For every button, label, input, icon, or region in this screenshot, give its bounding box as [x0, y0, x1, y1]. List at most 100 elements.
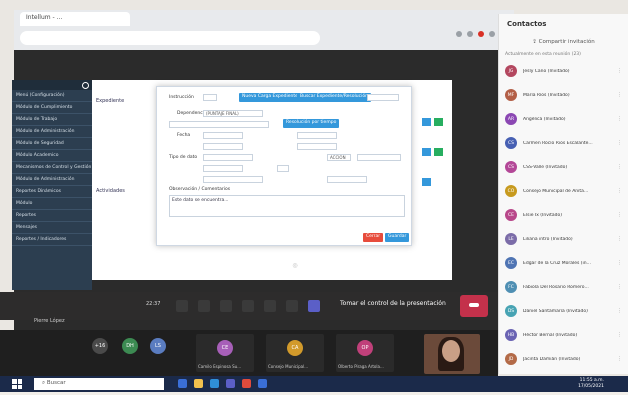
- close-button[interactable]: Cerrar: [363, 233, 384, 242]
- participant-avatar[interactable]: DH: [122, 338, 138, 354]
- save-button[interactable]: Guardar: [385, 233, 410, 242]
- observacion-textarea[interactable]: Este dato se encuentra...: [169, 195, 405, 217]
- tipo-select[interactable]: [203, 154, 253, 161]
- contact-item[interactable]: CS CSS-Valle (Invitado) ⋮: [499, 155, 628, 179]
- contact-item[interactable]: JG Jesly Cano (Invitado) ⋮: [499, 59, 628, 83]
- action-button[interactable]: [422, 118, 431, 126]
- sidebar-item[interactable]: Módulo: [12, 198, 92, 210]
- new-expediente-button[interactable]: Nueva Carga Expediente: [239, 93, 301, 102]
- more-options-icon[interactable]: ⋮: [617, 68, 622, 74]
- more-options-icon[interactable]: ⋮: [617, 212, 622, 218]
- estado-select[interactable]: [327, 176, 367, 183]
- taskbar-search[interactable]: ⌕ Buscar: [34, 378, 164, 390]
- more-icon[interactable]: [242, 300, 254, 312]
- extra-checkbox[interactable]: [277, 165, 289, 172]
- contact-item[interactable]: CE Elsie Ix (Invitado) ⋮: [499, 203, 628, 227]
- record-icon[interactable]: [478, 31, 484, 37]
- dependencia-field[interactable]: (PUNTAJE FINAL): [203, 110, 263, 117]
- sidebar-item[interactable]: Reportes: [12, 210, 92, 222]
- sidebar-item[interactable]: Módulo de Administración: [12, 174, 92, 186]
- contact-item[interactable]: HB Héctor Bernal (Invitado) ⋮: [499, 323, 628, 347]
- fecha-fin-field[interactable]: [297, 132, 337, 139]
- edge-icon[interactable]: [210, 379, 219, 388]
- more-options-icon[interactable]: ⋮: [617, 164, 622, 170]
- system-clock[interactable]: 11:55 a.m. 17/05/2021: [578, 378, 604, 390]
- raise-hand-icon[interactable]: [264, 300, 276, 312]
- windows-start-icon[interactable]: [12, 379, 22, 389]
- extra-field[interactable]: [203, 165, 243, 172]
- descripcion-field[interactable]: [169, 121, 269, 128]
- sidebar-item[interactable]: Menú (Configuración): [12, 90, 92, 102]
- take-control-button[interactable]: Tomar el control de la presentación: [340, 300, 446, 307]
- participant-tile[interactable]: CA Consejo Municipal...: [266, 334, 324, 372]
- contact-name: Angélica (Invitado): [523, 116, 566, 122]
- sidebar-item[interactable]: Módulo de Administración: [12, 126, 92, 138]
- more-options-icon[interactable]: ⋮: [617, 284, 622, 290]
- participante-select[interactable]: [203, 176, 263, 183]
- hora-field[interactable]: [203, 143, 243, 150]
- hang-up-button[interactable]: [460, 295, 488, 317]
- fecha-field[interactable]: [203, 132, 243, 139]
- sidebar-item[interactable]: Módulo Academico: [12, 150, 92, 162]
- self-video[interactable]: [424, 334, 480, 374]
- date-field[interactable]: [367, 94, 399, 101]
- action-button[interactable]: [422, 178, 431, 186]
- search-expediente-button[interactable]: Buscar Expediente/Resolución: [297, 93, 371, 102]
- accion-field[interactable]: ACCION: [327, 154, 351, 161]
- sidebar-item[interactable]: Módulo de Trabajo: [12, 114, 92, 126]
- overflow-avatar[interactable]: +16: [92, 338, 108, 354]
- more-options-icon[interactable]: ⋮: [617, 356, 622, 362]
- contact-item[interactable]: JD Jacinta Damián (Invitado) ⋮: [499, 347, 628, 371]
- action-button[interactable]: [434, 118, 443, 126]
- sidebar-item[interactable]: Reportes / Indicadores: [12, 234, 92, 246]
- contact-item[interactable]: CO Consejo Municipal de Anita... ⋮: [499, 179, 628, 203]
- hora-fin-field[interactable]: [297, 143, 337, 150]
- participant-tile[interactable]: CE Camilo Espinosa Su...: [196, 334, 254, 372]
- contact-item[interactable]: LE Liliana intro (Invitado) ⋮: [499, 227, 628, 251]
- teams-icon[interactable]: [226, 379, 235, 388]
- share-invite-button[interactable]: ⇪ Compartir invitación: [499, 36, 628, 50]
- action-button[interactable]: [434, 148, 443, 156]
- sidebar-item[interactable]: Reportes Dinámicos: [12, 186, 92, 198]
- app-icon[interactable]: [258, 379, 267, 388]
- mic-icon[interactable]: [198, 300, 210, 312]
- more-options-icon[interactable]: ⋮: [617, 188, 622, 194]
- chrome-icon[interactable]: [242, 379, 251, 388]
- contact-item[interactable]: CS Carmen Rocío Rios Escalante... ⋮: [499, 131, 628, 155]
- more-options-icon[interactable]: ⋮: [617, 236, 622, 242]
- address-bar[interactable]: [20, 31, 320, 45]
- more-options-icon[interactable]: ⋮: [617, 140, 622, 146]
- browser-tab[interactable]: Intellum - ...: [20, 12, 130, 26]
- sidebar-item[interactable]: Mensajes: [12, 222, 92, 234]
- extension-icon[interactable]: [489, 31, 495, 37]
- contact-item[interactable]: MF María Ríos (Invitado) ⋮: [499, 83, 628, 107]
- contact-item[interactable]: FC Fabiola Del Rosario Romero... ⋮: [499, 275, 628, 299]
- more-options-icon[interactable]: ⋮: [617, 92, 622, 98]
- video-icon[interactable]: [176, 300, 188, 312]
- extension-icon[interactable]: [467, 31, 473, 37]
- participant-avatar[interactable]: LS: [150, 338, 166, 354]
- more-options-icon[interactable]: ⋮: [617, 308, 622, 314]
- more-options-icon[interactable]: ⋮: [617, 260, 622, 266]
- browser-tabbar: Intellum - ...: [14, 10, 514, 28]
- contact-item[interactable]: EC Edgar de la Cruz Morales (in... ⋮: [499, 251, 628, 275]
- more-options-icon[interactable]: ⋮: [617, 116, 622, 122]
- task-view-icon[interactable]: [178, 379, 187, 388]
- action-button[interactable]: [422, 148, 431, 156]
- file-explorer-icon[interactable]: [194, 379, 203, 388]
- more-options-icon[interactable]: ⋮: [617, 332, 622, 338]
- contact-item[interactable]: DS Daniel Santamaría (Invitado) ⋮: [499, 299, 628, 323]
- participant-tile[interactable]: OP Olberto Piraga Artola...: [336, 334, 394, 372]
- accion-select[interactable]: [357, 154, 401, 161]
- contact-item[interactable]: AR Angélica (Invitado) ⋮: [499, 107, 628, 131]
- sidebar-item[interactable]: Módulo de Seguridad: [12, 138, 92, 150]
- resolucion-button[interactable]: Resolución por tiempo: [283, 119, 340, 128]
- share-icon[interactable]: [220, 300, 232, 312]
- chat-icon[interactable]: [286, 300, 298, 312]
- sidebar-item[interactable]: Mecanismos de Control y Gestión: [12, 162, 92, 174]
- sidebar-item[interactable]: Módulo de Cumplimiento: [12, 102, 92, 114]
- extension-icon[interactable]: [456, 31, 462, 37]
- sidebar-search-icon[interactable]: [12, 80, 92, 90]
- instruccion-select[interactable]: [203, 94, 217, 101]
- participants-icon[interactable]: [308, 300, 320, 312]
